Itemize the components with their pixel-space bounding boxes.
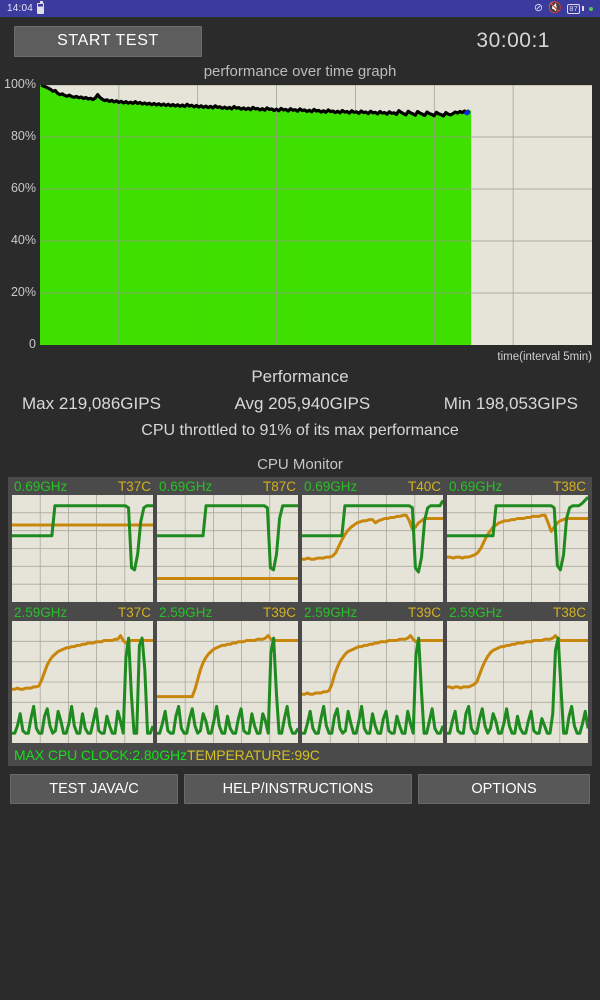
chart-x-axis-note: time(interval 5min): [497, 351, 592, 363]
cpu-core-header: 2.59GHz T39C: [157, 605, 298, 621]
test-java-c-button[interactable]: TEST JAVA/C: [10, 774, 178, 804]
performance-section: Performance Max 219,086GIPS Avg 205,940G…: [0, 367, 600, 440]
status-time: 14:04: [7, 3, 34, 14]
max-cpu-clock-label: MAX CPU CLOCK:2.80GHz: [14, 747, 187, 763]
performance-max: Max 219,086GIPS: [22, 394, 161, 413]
cpu-core-graph: [447, 495, 588, 602]
cpu-core-cell: 0.69GHz T40C: [302, 479, 443, 602]
cpu-core-cell: 2.59GHz T39C: [157, 605, 298, 743]
cpu-core-header: 0.69GHz T87C: [157, 479, 298, 495]
cpu-core-graph: [157, 495, 298, 602]
cpu-core-graph: [302, 495, 443, 602]
performance-avg: Avg 205,940GIPS: [234, 394, 371, 413]
cpu-monitor-row-big: 2.59GHz T37C 2.59GHz T39C 2.59GHz T39C 2.59GHz…: [10, 605, 590, 746]
cpu-core-temp: T38C: [552, 605, 586, 620]
cpu-core-header: 0.69GHz T37C: [12, 479, 153, 495]
performance-chart: performance over time graph time(interva…: [0, 63, 600, 363]
chart-y-label: 40%: [10, 233, 36, 247]
cpu-core-clock: 2.59GHz: [159, 605, 213, 620]
cpu-core-clock: 0.69GHz: [304, 479, 358, 494]
cpu-core-temp: T38C: [552, 479, 586, 494]
dnd-icon: ⊘: [533, 2, 544, 14]
cpu-core-temp: T39C: [407, 605, 441, 620]
bottom-button-row: TEST JAVA/C HELP/INSTRUCTIONS OPTIONS: [0, 766, 600, 804]
cpu-core-cell: 0.69GHz T37C: [12, 479, 153, 602]
cpu-monitor-footer: MAX CPU CLOCK:2.80GHzTEMPERATURE:99C: [10, 746, 590, 766]
cpu-core-temp: T87C: [262, 479, 296, 494]
cpu-core-graph: [447, 621, 588, 743]
toolbar: START TEST 30:00:1: [0, 17, 600, 65]
cpu-core-graph: [302, 621, 443, 743]
timer-display: 30:00:1: [476, 29, 550, 52]
cpu-core-cell: 2.59GHz T38C: [447, 605, 588, 743]
cpu-core-header: 0.69GHz T40C: [302, 479, 443, 495]
cpu-core-graph: [12, 495, 153, 602]
cpu-core-graph: [157, 621, 298, 743]
battery-level-icon: 87: [567, 3, 580, 14]
cpu-core-clock: 2.59GHz: [14, 605, 68, 620]
chart-current-marker: [463, 109, 471, 116]
cpu-clock-curve: [447, 496, 588, 572]
cpu-core-clock: 0.69GHz: [14, 479, 68, 494]
chart-y-label: 60%: [10, 181, 36, 195]
cpu-core-temp: T40C: [407, 479, 441, 494]
chart-y-label: 80%: [10, 129, 36, 143]
chart-plot-area: [40, 85, 592, 345]
start-test-button[interactable]: START TEST: [14, 25, 202, 57]
status-bar-left: 14:04: [7, 1, 45, 14]
chart-title: performance over time graph: [203, 63, 397, 80]
cpu-monitor-row-little: 0.69GHz T37C 0.69GHz T87C 0.69GHz T40C 0.69GHz…: [10, 479, 590, 605]
cpu-monitor-panel: 0.69GHz T37C 0.69GHz T87C 0.69GHz T40C 0.69GHz…: [8, 477, 592, 766]
performance-stats: Max 219,086GIPS Avg 205,940GIPS Min 198,…: [0, 394, 600, 414]
cpu-clock-curve: [12, 504, 153, 572]
cpu-core-header: 2.59GHz T37C: [12, 605, 153, 621]
status-bar: 14:04 ⊘ 🔇 87: [0, 0, 600, 17]
performance-heading: Performance: [251, 367, 349, 386]
cpu-core-temp: T37C: [117, 479, 151, 494]
help-instructions-button[interactable]: HELP/INSTRUCTIONS: [184, 774, 412, 804]
cpu-clock-curve: [157, 504, 298, 572]
cpu-core-clock: 0.69GHz: [449, 479, 503, 494]
cpu-core-cell: 2.59GHz T37C: [12, 605, 153, 743]
status-dot-icon: [589, 6, 593, 11]
cpu-core-header: 2.59GHz T39C: [302, 605, 443, 621]
cpu-core-clock: 2.59GHz: [304, 605, 358, 620]
throttle-message: CPU throttled to 91% of its max performa…: [141, 422, 459, 439]
cpu-core-cell: 0.69GHz T38C: [447, 479, 588, 602]
chart-svg: [40, 85, 592, 345]
cpu-monitor-heading: CPU Monitor: [257, 456, 343, 473]
cpu-core-header: 2.59GHz T38C: [447, 605, 588, 621]
cpu-core-clock: 2.59GHz: [449, 605, 503, 620]
battery-tip-icon: [582, 6, 584, 11]
cpu-core-clock: 0.69GHz: [159, 479, 213, 494]
cpu-core-header: 0.69GHz T38C: [447, 479, 588, 495]
chart-y-label: 100%: [4, 77, 36, 91]
cpu-core-temp: T37C: [117, 605, 151, 620]
chart-y-label: 20%: [10, 285, 36, 299]
cpu-core-cell: 2.59GHz T39C: [302, 605, 443, 743]
cpu-clock-curve: [302, 636, 443, 735]
cpu-core-graph: [12, 621, 153, 743]
cpu-clock-curve: [302, 499, 443, 574]
cpu-clock-curve: [157, 636, 298, 735]
status-bar-right: ⊘ 🔇 87: [534, 3, 593, 14]
mute-icon: 🔇: [548, 2, 563, 14]
battery-small-icon: [37, 1, 45, 14]
options-button[interactable]: OPTIONS: [418, 774, 590, 804]
chart-y-label: 0: [29, 337, 36, 351]
temperature-label: TEMPERATURE:99C: [186, 747, 320, 763]
cpu-core-temp: T39C: [262, 605, 296, 620]
performance-min: Min 198,053GIPS: [443, 394, 578, 413]
cpu-core-cell: 0.69GHz T87C: [157, 479, 298, 602]
